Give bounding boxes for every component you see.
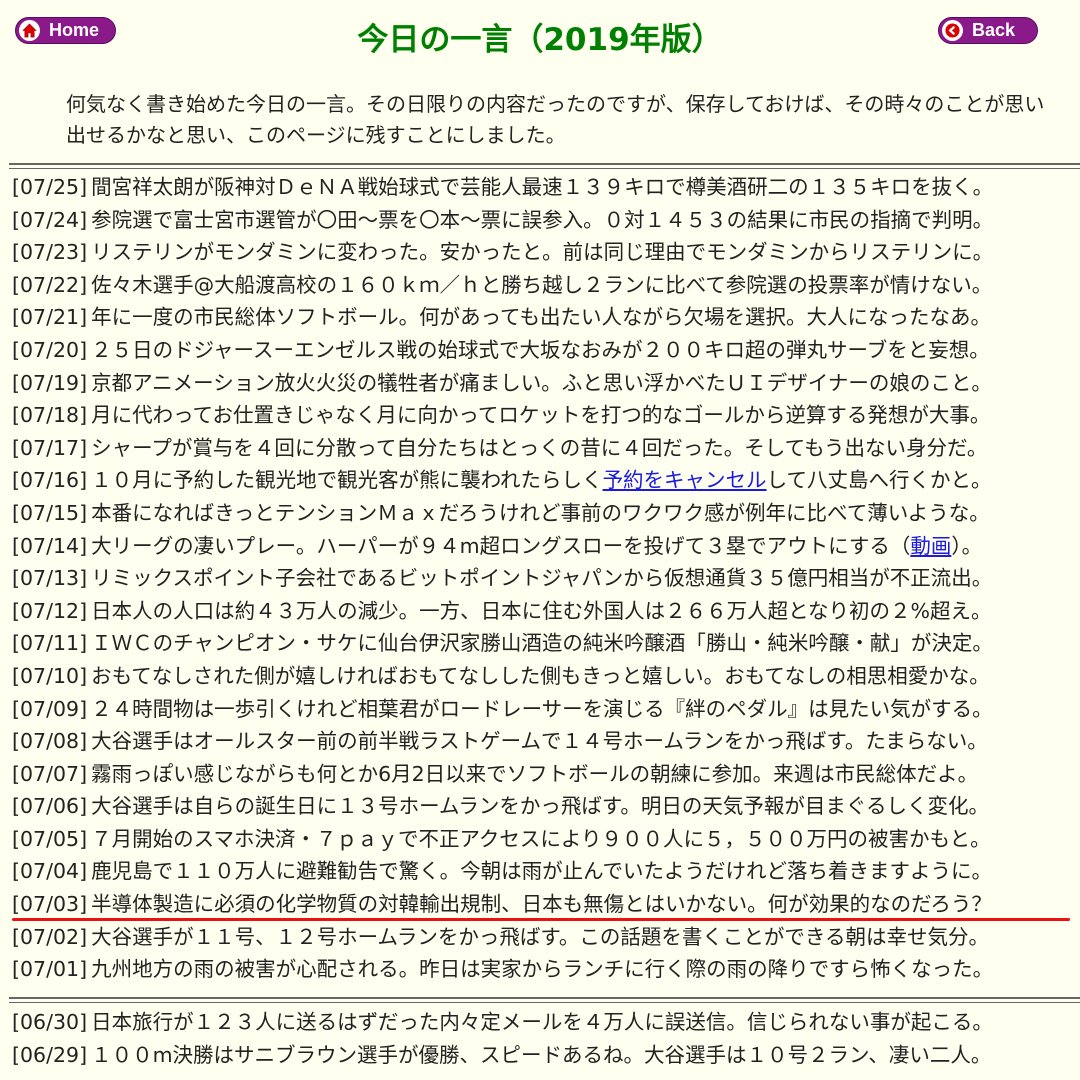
diary-entry: [07/07] 霧雨っぽい感じながらも何とか6月2日以来でソフトボールの朝練に参加… xyxy=(12,758,1080,791)
entry-text: ７月開始のスマホ決済・７ｐａｙで不正アクセスにより９００人に５，５００万円の被害… xyxy=(91,826,991,851)
diary-entry: [07/23] リステリンがモンダミンに変わった。安かったと。前は同じ理由でモンダ… xyxy=(12,236,1080,269)
entry-text: 大谷選手はオールスター前の前半戦ラストゲームで１４号ホームランをかっ飛ばす。たま… xyxy=(91,729,988,754)
entry-date: [07/08] xyxy=(12,729,88,754)
entry-date: [07/20] xyxy=(12,337,88,362)
diary-entry: [07/16] １０月に予約した観光地で観光客が熊に襲われたらしく予約をキャンセル… xyxy=(12,464,1080,497)
entry-date: [07/16] xyxy=(12,468,88,493)
entry-date: [07/02] xyxy=(12,924,88,949)
diary-entry: [07/14] 大リーグの凄いプレー。ハーパーが９４m超ロングスローを投げて３塁で… xyxy=(12,530,1080,563)
entry-text: 本番になればきっとテンションＭａｘだろうけれど事前のワクワク感が例年に比べて薄い… xyxy=(91,500,990,525)
entry-text: 参院選で富士宮市選管が〇田～票を〇本～票に誤参入。０対１４５３の結果に市民の指摘… xyxy=(91,207,994,232)
diary-entry: [07/09] ２４時間物は一歩引くけれど相葉君がロードレーサーを演じる『絆のペダ… xyxy=(12,693,1080,726)
entry-text: 大谷選手が１１号、１２号ホームランをかっ飛ばす。この話題を書くことができる朝は幸… xyxy=(91,924,989,949)
entry-text: 日本旅行が１２３人に送るはずだった内々定メールを４万人に誤送信。信じられない事が… xyxy=(91,1010,993,1034)
entry-text: 京都アニメーション放火火災の犠牲者が痛ましい。ふと思い浮かべたＵＩデザイナーの娘… xyxy=(91,370,992,395)
entry-date: [07/04] xyxy=(12,859,88,884)
june-entries: [06/30] 日本旅行が１２３人に送るはずだった内々定メールを４万人に誤送信。信… xyxy=(12,1006,1080,1071)
entry-text: リステリンがモンダミンに変わった。安かったと。前は同じ理由でモンダミンからリステ… xyxy=(91,240,994,265)
entry-text: １０月に予約した観光地で観光客が熊に襲われたらしく xyxy=(91,468,603,493)
entry-text: 鹿児島で１１０万人に避難勧告で驚く。今朝は雨が止んでいたようだけれど落ち着きます… xyxy=(91,859,993,884)
entry-text: 九州地方の雨の被害が心配される。昨日は実家からランチに行く際の雨の降りですら怖く… xyxy=(91,957,994,982)
diary-entry: [07/01] 九州地方の雨の被害が心配される。昨日は実家からランチに行く際の雨の… xyxy=(12,953,1080,986)
diary-entry: [07/25] 間宮祥太朗が阪神対ＤｅＮＡ戦始球式で芸能人最速１３９キロで樽美酒研… xyxy=(12,171,1080,204)
entry-text: 間宮祥太朗が阪神対ＤｅＮＡ戦始球式で芸能人最速１３９キロで樽美酒研二の１３５キロ… xyxy=(91,175,994,199)
entry-text: ）。 xyxy=(951,533,983,558)
diary-entry: [07/10] おもてなしされた側が嬉しければおもてなしした側もきっと嬉しい。おも… xyxy=(12,660,1080,693)
entry-date: [07/12] xyxy=(12,598,88,623)
intro-text: 何気なく書き始めた今日の一言。その日限りの内容だったのですが、保存しておけば、そ… xyxy=(66,92,1045,147)
entry-date: [07/13] xyxy=(12,566,88,591)
entry-date: [07/01] xyxy=(12,957,88,982)
diary-entry: [07/08] 大谷選手はオールスター前の前半戦ラストゲームで１４号ホームランをか… xyxy=(12,725,1080,758)
entry-date: [07/14] xyxy=(12,533,88,558)
entry-text: シャープが賞与を４回に分散って自分たちはとっくの昔に４回だった。そしてもう出ない… xyxy=(91,435,988,460)
diary-entry: [07/19] 京都アニメーション放火火災の犠牲者が痛ましい。ふと思い浮かべたＵＩ… xyxy=(12,367,1080,400)
diary-entry: [07/06] 大谷選手は自らの誕生日に１３号ホームランをかっ飛ばす。明日の天気予… xyxy=(12,790,1080,823)
diary-entry: [07/20] ２５日のドジャースーエンゼルス戦の始球式で大坂なおみが２００キロ超… xyxy=(12,334,1080,367)
diary-entry: [07/02] 大谷選手が１１号、１２号ホームランをかっ飛ばす。この話題を書くこと… xyxy=(12,921,1080,954)
entry-date: [07/21] xyxy=(12,305,88,330)
diary-entry: [07/22] 佐々木選手@大船渡高校の１６０ｋｍ／ｈと勝ち越し２ランに比べて参院… xyxy=(12,269,1080,302)
diary-entry: [06/30] 日本旅行が１２３人に送るはずだった内々定メールを４万人に誤送信。信… xyxy=(12,1006,1080,1039)
diary-entry: [07/03] 半導体製造に必須の化学物質の対韓輸出規制、日本も無傷とはいかない。… xyxy=(12,888,1080,921)
entry-date: [07/11] xyxy=(12,631,88,656)
entry-date: [07/15] xyxy=(12,500,88,525)
entry-text: おもてなしされた側が嬉しければおもてなしした側もきっと嬉しい。おもてなしの相思相… xyxy=(91,663,990,688)
entry-date: [07/07] xyxy=(12,761,88,786)
entry-text: １００m決勝はサニブラウン選手が優勝、スピードあるね。大谷選手は１０号２ラン、凄… xyxy=(91,1042,992,1067)
entry-date: [07/18] xyxy=(12,403,88,428)
entry-date: [07/17] xyxy=(12,435,88,460)
entry-date: [07/09] xyxy=(12,696,88,721)
back-label: Back xyxy=(972,20,1016,40)
entry-date: [06/29] xyxy=(12,1042,88,1067)
entry-text: 大リーグの凄いプレー。ハーパーが９４m超ロングスローを投げて３塁でアウトにする（ xyxy=(91,533,911,558)
entry-date: [06/30] xyxy=(12,1010,88,1034)
entry-text: 年に一度の市民総体ソフトボール。何があっても出たい人ながら欠場を選択。大人になっ… xyxy=(91,305,992,330)
entry-link[interactable]: 動画 xyxy=(910,534,951,558)
entry-date: [07/22] xyxy=(12,272,88,297)
diary-entry: [07/24] 参院選で富士宮市選管が〇田～票を〇本～票に誤参入。０対１４５３の結… xyxy=(12,204,1080,237)
diary-entry: [07/04] 鹿児島で１１０万人に避難勧告で驚く。今朝は雨が止んでいたようだけれ… xyxy=(12,855,1080,888)
divider xyxy=(9,997,1080,1003)
entry-text: して八丈島へ行くかと。 xyxy=(766,468,992,493)
diary-entry: [07/18] 月に代わってお仕置きじゃなく月に向かってロケットを打つ的なゴールか… xyxy=(12,399,1080,432)
july-entries: [07/25] 間宮祥太朗が阪神対ＤｅＮＡ戦始球式で芸能人最速１３９キロで樽美酒研… xyxy=(12,171,1080,986)
entry-text: ２４時間物は一歩引くけれど相葉君がロードレーサーを演じる『絆のペダル』は見たい気… xyxy=(91,696,993,721)
entry-text: ２５日のドジャースーエンゼルス戦の始球式で大坂なおみが２００キロ超の弾丸サーブを… xyxy=(91,337,990,362)
entry-text: 月に代わってお仕置きじゃなく月に向かってロケットを打つ的なゴールから逆算する発想… xyxy=(91,403,991,428)
entry-date: [07/06] xyxy=(12,794,88,819)
entry-text: ＩＷＣのチャンピオン・サケに仙台伊沢家勝山酒造の純米吟醸酒「勝山・純米吟醸・献」… xyxy=(91,631,993,656)
page-title: 今日の一言（2019年版） xyxy=(357,22,723,58)
entry-date: [07/24] xyxy=(12,207,88,232)
entry-text: リミックスポイント子会社であるビットポイントジャパンから仮想通貨３５億円相当が不… xyxy=(91,566,993,591)
entry-text: 佐々木選手@大船渡高校の１６０ｋｍ／ｈと勝ち越し２ランに比べて参院選の投票率が情… xyxy=(91,272,993,297)
entry-date: [07/03] xyxy=(12,892,88,917)
entry-link[interactable]: 予約をキャンセル xyxy=(603,468,767,492)
diary-entry: [07/12] 日本人の人口は約４３万人の減少。一方、日本に住む外国人は２６６万人… xyxy=(12,595,1080,628)
entry-text: 日本人の人口は約４３万人の減少。一方、日本に住む外国人は２６６万人超となり初の２… xyxy=(91,598,992,623)
diary-entry: [06/29] １００m決勝はサニブラウン選手が優勝、スピードあるね。大谷選手は１… xyxy=(12,1039,1080,1072)
diary-entry: [07/17] シャープが賞与を４回に分散って自分たちはとっくの昔に４回だった。そ… xyxy=(12,432,1080,465)
entry-text: 霧雨っぽい感じながらも何とか6月2日以来でソフトボールの朝練に参加。来週は市民総… xyxy=(91,761,979,786)
entry-date: [07/19] xyxy=(12,370,88,395)
diary-entry: [07/11] ＩＷＣのチャンピオン・サケに仙台伊沢家勝山酒造の純米吟醸酒「勝山・… xyxy=(12,627,1080,660)
diary-entry: [07/15] 本番になればきっとテンションＭａｘだろうけれど事前のワクワク感が例… xyxy=(12,497,1080,530)
divider xyxy=(9,163,1080,169)
back-button[interactable]: Back xyxy=(938,17,1038,44)
diary-entry: [07/21] 年に一度の市民総体ソフトボール。何があっても出たい人ながら欠場を選… xyxy=(12,301,1080,334)
diary-entry: [07/05] ７月開始のスマホ決済・７ｐａｙで不正アクセスにより９００人に５，５… xyxy=(12,823,1080,856)
entry-date: [07/23] xyxy=(12,240,88,265)
entry-date: [07/05] xyxy=(12,826,88,851)
entry-date: [07/25] xyxy=(12,175,88,199)
entry-text: 大谷選手は自らの誕生日に１３号ホームランをかっ飛ばす。明日の天気予報が目まぐるし… xyxy=(91,794,989,819)
entry-text: 半導体製造に必須の化学物質の対韓輸出規制、日本も無傷とはいかない。何が効果的なの… xyxy=(91,892,992,917)
entry-date: [07/10] xyxy=(12,663,88,688)
diary-entry: [07/13] リミックスポイント子会社であるビットポイントジャパンから仮想通貨３… xyxy=(12,562,1080,595)
back-arrow-icon xyxy=(942,20,963,41)
